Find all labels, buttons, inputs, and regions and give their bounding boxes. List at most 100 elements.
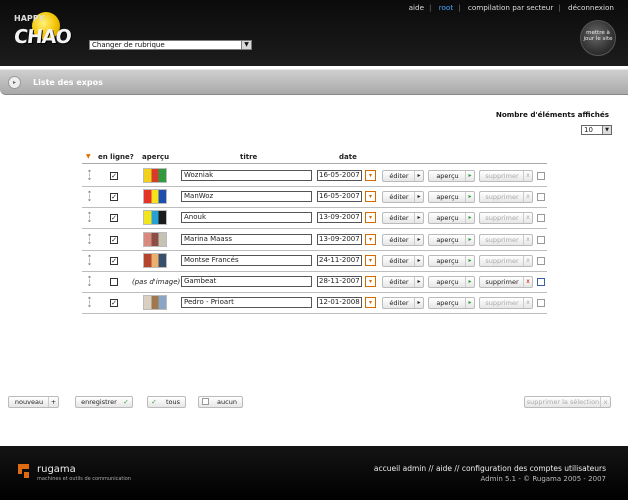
row-select-checkbox[interactable] bbox=[537, 278, 545, 286]
delete-button[interactable]: supprimer x bbox=[479, 297, 533, 310]
select-none-label: aucun bbox=[217, 398, 237, 406]
edit-button[interactable]: éditer ▸ bbox=[382, 297, 424, 310]
reorder-arrows-icon[interactable]: ⇡ ⇣ bbox=[86, 191, 93, 203]
delete-button[interactable]: supprimer x bbox=[479, 254, 533, 267]
reorder-arrows-icon[interactable]: ⇡ ⇣ bbox=[86, 233, 93, 246]
delete-button[interactable]: supprimer x bbox=[479, 191, 533, 204]
save-button[interactable]: enregistrer ✓ bbox=[75, 396, 133, 408]
online-checkbox[interactable]: ✓ bbox=[110, 193, 118, 202]
delete-button-label: supprimer bbox=[485, 278, 519, 286]
footer-links[interactable]: accueil admin // aide // configuration d… bbox=[374, 464, 606, 473]
thumbnail-image[interactable] bbox=[143, 210, 167, 226]
thumbnail-image[interactable] bbox=[143, 189, 167, 205]
collapse-arrow-icon[interactable]: ▸ bbox=[8, 76, 21, 89]
nav-deconnexion[interactable]: déconnexion bbox=[564, 3, 618, 12]
sort-arrow-icon[interactable]: ▼ bbox=[86, 153, 91, 160]
nav-aide[interactable]: aide bbox=[405, 3, 428, 12]
new-button[interactable]: nouveau + bbox=[8, 396, 59, 408]
title-input[interactable]: Gambeat bbox=[181, 276, 312, 287]
edit-button-label: éditer bbox=[389, 172, 409, 180]
reorder-arrows-icon[interactable]: ⇡ ⇣ bbox=[86, 297, 93, 309]
row-select-checkbox[interactable] bbox=[537, 214, 545, 223]
title-input[interactable]: Marina Maass bbox=[181, 233, 312, 245]
row-select-checkbox[interactable] bbox=[537, 256, 545, 265]
title-input[interactable]: ManWoz bbox=[181, 191, 312, 203]
edit-button[interactable]: éditer ▸ bbox=[382, 170, 424, 182]
delete-button[interactable]: supprimer x bbox=[479, 212, 533, 225]
logo-top-text: HAPPY bbox=[14, 14, 45, 23]
reorder-arrows-icon[interactable]: ⇡ ⇣ bbox=[86, 276, 93, 288]
select-none-button[interactable]: aucun bbox=[198, 396, 243, 408]
date-input[interactable]: 12-01-2008 bbox=[317, 297, 362, 309]
preview-button[interactable]: aperçu ▸ bbox=[428, 233, 475, 246]
edit-button-label: éditer bbox=[389, 235, 409, 244]
preview-button[interactable]: aperçu ▸ bbox=[428, 254, 475, 267]
date-input[interactable]: 28-11-2007 bbox=[317, 276, 362, 287]
title-input[interactable]: Pedro - Prioart bbox=[181, 297, 312, 309]
row-select-checkbox[interactable] bbox=[537, 235, 545, 244]
edit-button[interactable]: éditer ▸ bbox=[382, 233, 424, 246]
items-count-select[interactable]: 10 ▼ bbox=[581, 125, 612, 135]
update-site-button[interactable]: mettre à jour le site bbox=[580, 20, 616, 56]
title-input[interactable]: Wozniak bbox=[181, 170, 312, 181]
online-checkbox[interactable] bbox=[110, 278, 118, 286]
thumbnail-image[interactable] bbox=[143, 295, 167, 311]
date-input[interactable]: 13-09-2007 bbox=[317, 233, 362, 245]
calendar-icon[interactable]: ▾ bbox=[365, 233, 376, 245]
date-input[interactable]: 16-05-2007 bbox=[317, 191, 362, 203]
online-checkbox[interactable]: ✓ bbox=[110, 172, 118, 180]
calendar-icon[interactable]: ▾ bbox=[365, 212, 376, 224]
delete-button[interactable]: supprimer x bbox=[479, 233, 533, 246]
edit-button[interactable]: éditer ▸ bbox=[382, 212, 424, 225]
reorder-arrows-icon[interactable]: ⇡ ⇣ bbox=[86, 254, 93, 267]
title-input[interactable]: Montse Francés bbox=[181, 254, 312, 266]
arrow-right-icon: ▸ bbox=[414, 234, 423, 245]
calendar-icon[interactable]: ▾ bbox=[365, 191, 376, 203]
select-all-button[interactable]: ✓ tous bbox=[147, 396, 186, 408]
calendar-icon[interactable]: ▾ bbox=[365, 170, 376, 181]
edit-button-label: éditer bbox=[389, 278, 409, 286]
date-input[interactable]: 24-11-2007 bbox=[317, 254, 362, 266]
edit-button-label: éditer bbox=[389, 299, 409, 308]
calendar-icon[interactable]: ▾ bbox=[365, 297, 376, 309]
delete-selection-button[interactable]: supprimer la sélection x bbox=[524, 396, 611, 408]
row-select-checkbox[interactable] bbox=[537, 172, 545, 180]
online-checkbox[interactable]: ✓ bbox=[110, 235, 118, 244]
reorder-arrows-icon[interactable]: ⇡ ⇣ bbox=[86, 212, 93, 224]
header-title[interactable]: titre bbox=[240, 153, 257, 161]
arrow-right-icon: ▸ bbox=[414, 192, 423, 203]
delete-button[interactable]: supprimer x bbox=[479, 170, 533, 182]
thumbnail-image[interactable] bbox=[143, 231, 167, 247]
date-input[interactable]: 16-05-2007 bbox=[317, 170, 362, 181]
date-input[interactable]: 13-09-2007 bbox=[317, 212, 362, 224]
online-checkbox[interactable]: ✓ bbox=[110, 214, 118, 223]
preview-button[interactable]: aperçu ▸ bbox=[428, 191, 475, 204]
arrow-right-icon: ▸ bbox=[465, 192, 474, 203]
preview-button[interactable]: aperçu ▸ bbox=[428, 170, 475, 182]
edit-button[interactable]: éditer ▸ bbox=[382, 191, 424, 204]
edit-button[interactable]: éditer ▸ bbox=[382, 254, 424, 267]
online-checkbox[interactable]: ✓ bbox=[110, 256, 118, 265]
section-bar: ▸ Liste des expos bbox=[0, 69, 628, 95]
header-date[interactable]: date bbox=[339, 153, 357, 161]
reorder-arrows-icon[interactable]: ⇡ ⇣ bbox=[86, 170, 93, 182]
thumbnail-image[interactable] bbox=[143, 168, 167, 183]
delete-button[interactable]: supprimer x bbox=[479, 276, 533, 288]
row-select-checkbox[interactable] bbox=[537, 299, 545, 308]
rubrique-select[interactable]: Changer de rubrique ▼ bbox=[89, 40, 252, 50]
thumbnail-image[interactable] bbox=[143, 252, 167, 268]
calendar-icon[interactable]: ▾ bbox=[365, 276, 376, 287]
preview-button[interactable]: aperçu ▸ bbox=[428, 297, 475, 310]
edit-button-label: éditer bbox=[389, 256, 409, 265]
site-logo[interactable]: HAPPY CHAO bbox=[10, 6, 72, 62]
title-input[interactable]: Anouk bbox=[181, 212, 312, 224]
row-select-checkbox[interactable] bbox=[537, 193, 545, 202]
nav-root[interactable]: root bbox=[435, 3, 457, 12]
nav-compilation[interactable]: compilation par secteur bbox=[464, 3, 557, 12]
calendar-icon[interactable]: ▾ bbox=[365, 254, 376, 266]
close-icon: x bbox=[523, 192, 532, 203]
edit-button[interactable]: éditer ▸ bbox=[382, 276, 424, 288]
online-checkbox[interactable]: ✓ bbox=[110, 299, 118, 308]
preview-button[interactable]: aperçu ▸ bbox=[428, 276, 475, 288]
preview-button[interactable]: aperçu ▸ bbox=[428, 212, 475, 225]
